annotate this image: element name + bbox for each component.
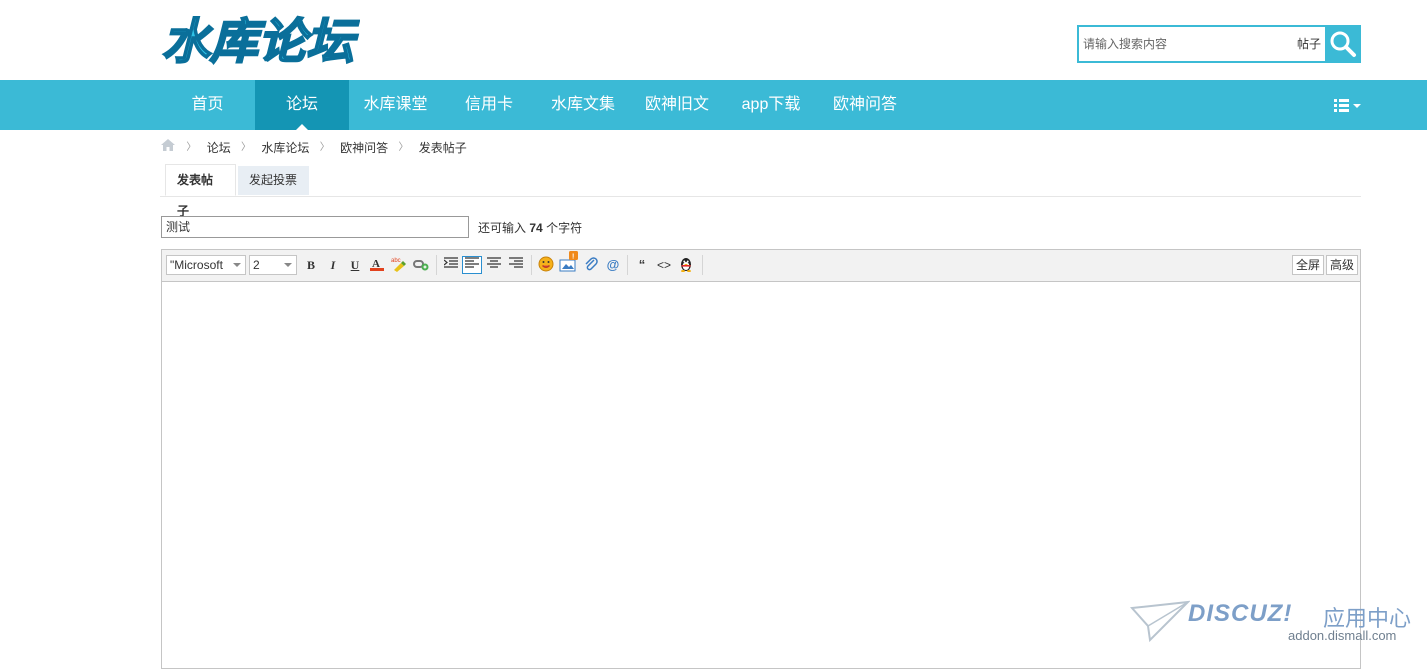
align-left-button[interactable] — [462, 256, 482, 274]
align-center-icon — [487, 257, 501, 268]
svg-text:abc: abc — [391, 258, 401, 264]
breadcrumb-forum[interactable]: 论坛 — [207, 139, 231, 157]
chevron-right-icon: 〉 — [398, 141, 409, 153]
font-size-select[interactable]: 2 — [249, 255, 297, 275]
toolbar-divider — [436, 255, 437, 275]
font-family-select[interactable]: "Microsoft — [166, 255, 246, 275]
paper-plane-icon — [1130, 600, 1190, 643]
toolbar-divider — [627, 255, 628, 275]
code-button[interactable]: <> — [654, 256, 674, 274]
align-center-button[interactable] — [484, 256, 504, 274]
italic-button[interactable]: I — [323, 256, 343, 274]
font-color-button[interactable]: A — [367, 256, 387, 274]
editor-toolbar: "Microsoft 2 B I U A abc ! @ “ <> 全屏 高级 — [162, 250, 1360, 282]
nav-item-home[interactable]: 首页 — [160, 80, 255, 130]
at-icon: @ — [606, 257, 620, 272]
breadcrumb-board[interactable]: 水库论坛 — [261, 139, 309, 157]
highlighter-icon: abc — [391, 258, 406, 272]
align-left-icon — [465, 257, 479, 268]
toolbar-divider — [702, 255, 703, 275]
attachment-button[interactable] — [581, 256, 601, 274]
quote-icon: “ — [638, 257, 646, 272]
search-box: 请输入搜索内容 帖子 — [1077, 25, 1361, 63]
font-size-value: 2 — [253, 258, 260, 272]
indent-icon — [443, 257, 458, 268]
svg-text:!: ! — [572, 254, 574, 261]
watermark-url: addon.dismall.com — [1288, 628, 1397, 643]
nav-item-forum[interactable]: 论坛 — [255, 80, 349, 130]
paperclip-icon — [585, 257, 598, 271]
chevron-right-icon: 〉 — [241, 141, 252, 153]
search-button[interactable] — [1325, 25, 1361, 63]
toolbar-divider — [531, 255, 532, 275]
search-input[interactable]: 请输入搜索内容 — [1083, 27, 1283, 61]
search-type-select[interactable]: 帖子 — [1297, 27, 1327, 61]
remain-prefix: 还可输入 — [478, 221, 527, 235]
underline-button[interactable]: U — [345, 256, 365, 274]
remain-suffix: 个字符 — [546, 221, 583, 235]
tab-new-post[interactable]: 发表帖子 — [165, 164, 236, 218]
nav-item-qa[interactable]: 欧神问答 — [818, 80, 912, 130]
mention-button[interactable]: @ — [603, 256, 623, 274]
site-logo[interactable]: 水库论坛 — [160, 6, 361, 72]
subject-remaining-count: 还可输入 74 个字符 — [478, 219, 582, 237]
bold-button[interactable]: B — [301, 256, 321, 274]
code-icon: <> — [656, 258, 671, 272]
subject-input[interactable]: 测试 — [161, 216, 469, 238]
align-right-icon — [509, 257, 523, 268]
chevron-right-icon: 〉 — [319, 141, 330, 153]
smiley-icon — [538, 256, 554, 272]
nav-item-credit-card[interactable]: 信用卡 — [442, 80, 536, 130]
background-color-button[interactable]: abc — [389, 256, 409, 274]
breadcrumb: 〉 论坛 〉 水库论坛 〉 欧神问答 〉 发表帖子 — [160, 138, 467, 156]
tab-new-poll[interactable]: 发起投票 — [238, 166, 309, 195]
post-type-tabs: 发表帖子 发起投票 — [160, 164, 1361, 218]
dropdown-arrow-icon — [284, 263, 292, 267]
image-icon: ! — [559, 251, 578, 272]
discuz-brand: DISCUZ! — [1188, 600, 1293, 627]
fullscreen-button[interactable]: 全屏 — [1292, 255, 1325, 275]
qq-penguin-icon — [681, 258, 691, 272]
nav-item-app-download[interactable]: app下载 — [724, 80, 818, 130]
nav-item-class[interactable]: 水库课堂 — [349, 80, 442, 130]
indent-button[interactable] — [441, 256, 461, 274]
header: 水库论坛 请输入搜索内容 帖子 — [0, 0, 1427, 80]
font-family-value: "Microsoft — [170, 258, 223, 272]
insert-image-button[interactable]: ! — [559, 251, 579, 275]
chevron-right-icon: 〉 — [186, 141, 197, 153]
insert-link-button[interactable] — [411, 256, 431, 274]
qq-button[interactable] — [676, 256, 696, 274]
home-icon[interactable] — [160, 138, 176, 157]
nav-item-collection[interactable]: 水库文集 — [536, 80, 630, 130]
advanced-mode-button[interactable]: 高级 — [1326, 255, 1359, 275]
link-icon — [413, 260, 429, 271]
logo-graphic: 水库论坛 — [161, 13, 361, 71]
nav-menu-icon[interactable] — [1334, 98, 1364, 112]
discuz-watermark: DISCUZ! 应用中心 addon.dismall.com — [1130, 600, 1420, 650]
emoticon-button[interactable] — [536, 256, 556, 274]
remain-count: 74 — [529, 221, 543, 235]
dropdown-arrow-icon — [233, 263, 241, 267]
breadcrumb-current: 发表帖子 — [418, 140, 467, 155]
search-icon — [1330, 31, 1356, 57]
main-nav: 首页 论坛 水库课堂 信用卡 水库文集 欧神旧文 app下载 欧神问答 — [0, 80, 1427, 130]
nav-item-old-articles[interactable]: 欧神旧文 — [630, 80, 724, 130]
svg-text:水库论坛: 水库论坛 — [162, 14, 360, 70]
align-right-button[interactable] — [506, 256, 526, 274]
font-color-icon: A — [370, 258, 384, 271]
quote-button[interactable]: “ — [632, 256, 652, 274]
breadcrumb-subboard[interactable]: 欧神问答 — [340, 139, 388, 157]
